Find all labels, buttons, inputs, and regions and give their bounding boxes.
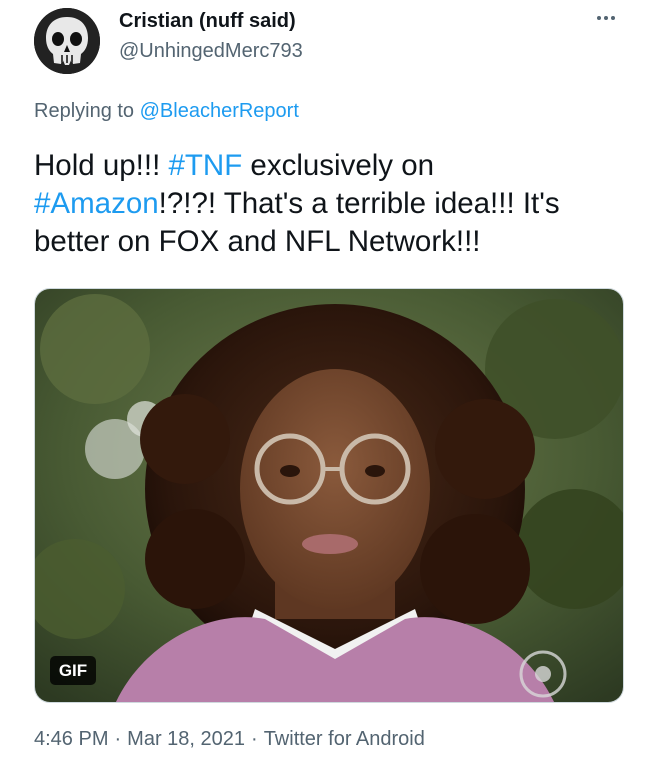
user-handle[interactable]: @UnhingedMerc793: [119, 40, 303, 63]
more-dot-icon: [604, 16, 608, 20]
more-dot-icon: [611, 16, 615, 20]
reply-mention-link[interactable]: @BleacherReport: [140, 100, 299, 122]
tweet-text-part: Hold up!!!: [34, 149, 169, 182]
hashtag-amazon-link[interactable]: #Amazon: [34, 187, 159, 220]
gif-media[interactable]: [34, 288, 624, 703]
gif-badge: GIF: [50, 656, 96, 685]
display-name[interactable]: Cristian (nuff said): [119, 10, 296, 33]
tweet-time[interactable]: 4:46 PM: [34, 728, 108, 750]
meta-separator: ·: [251, 728, 258, 750]
tweet-meta: 4:46 PM · Mar 18, 2021 · Twitter for Android: [34, 728, 425, 751]
tweet-card: Cristian (nuff said) @UnhingedMerc793 Re…: [0, 0, 649, 777]
meta-separator: ·: [114, 728, 122, 750]
replying-to-label: Replying to: [34, 100, 140, 122]
gif-frame-image: [35, 289, 623, 702]
tweet-date[interactable]: Mar 18, 2021: [127, 728, 245, 750]
tweet-source[interactable]: Twitter for Android: [264, 728, 425, 750]
replying-to: Replying to @BleacherReport: [34, 100, 299, 123]
more-options-button[interactable]: [592, 8, 620, 28]
skull-icon: [34, 8, 100, 74]
avatar[interactable]: [34, 8, 100, 74]
more-dot-icon: [597, 16, 601, 20]
tweet-text: Hold up!!! #TNF exclusively on #Amazon!?…: [34, 147, 624, 261]
hashtag-tnf-link[interactable]: #TNF: [168, 149, 242, 182]
tweet-text-part: exclusively on: [242, 149, 435, 182]
